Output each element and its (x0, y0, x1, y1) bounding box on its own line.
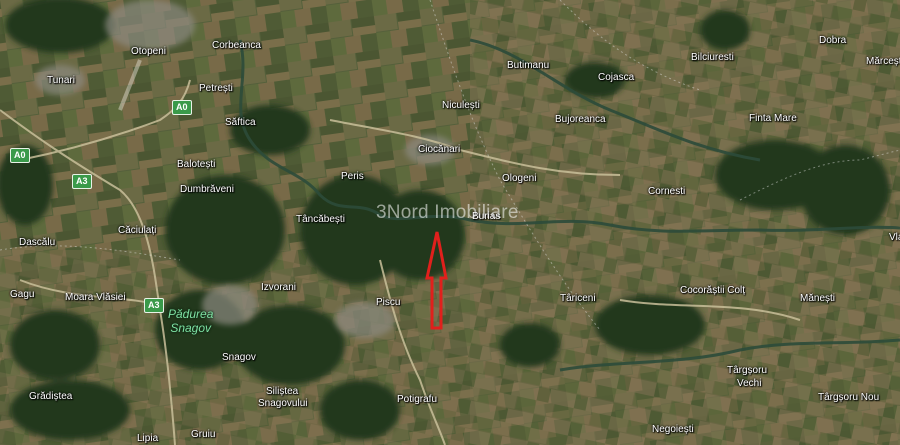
forest-label-line1: Pădurea (168, 307, 214, 321)
place-label-izvorani[interactable]: Izvorani (261, 282, 296, 294)
highway-shield-a0-left: A0 (10, 148, 30, 163)
place-label-tunari[interactable]: Tunari (47, 75, 75, 87)
place-label-ologeni[interactable]: Ologeni (502, 173, 536, 185)
place-label-otopeni[interactable]: Otopeni (131, 46, 166, 58)
place-label-gagu[interactable]: Gagu (10, 289, 34, 301)
place-label-tariceni[interactable]: Târiceni (560, 293, 596, 305)
place-label-marcesti[interactable]: Mărcești (866, 56, 900, 68)
place-label-bilciuresti[interactable]: Bilciuresti (691, 52, 734, 64)
place-label-dobra[interactable]: Dobra (819, 35, 846, 47)
satellite-map[interactable]: A0 A0 A3 A3 Pădurea Snagov Otopeni Corbe… (0, 0, 900, 445)
place-label-ciocanari[interactable]: Ciocănari (418, 144, 460, 156)
watermark: 3Nord Imobiliare (376, 202, 519, 223)
place-label-tancabesti[interactable]: Tâncăbești (296, 214, 345, 226)
place-label-potigrafu[interactable]: Potigrafu (397, 394, 437, 406)
place-label-petresti[interactable]: Petrești (199, 83, 233, 95)
place-label-vla[interactable]: Vla (889, 232, 900, 244)
place-label-moara-vlasiei[interactable]: Moara Vlăsiei (65, 292, 126, 304)
highway-shield-a3-upper: A3 (72, 174, 92, 189)
place-label-dumbraveni[interactable]: Dumbrăveni (180, 184, 234, 196)
place-label-targsoru-nou[interactable]: Târgșoru Nou (818, 392, 879, 404)
place-label-snagov[interactable]: Snagov (222, 352, 256, 364)
highway-shield-a0-top: A0 (172, 100, 192, 115)
place-label-snagovului[interactable]: Snagovului (258, 398, 307, 410)
forest-label-padurea-snagov: Pădurea Snagov (168, 307, 213, 335)
place-label-cocorastii-colt[interactable]: Cocorăștii Colț (680, 285, 745, 297)
place-label-silistea[interactable]: Siliștea (266, 386, 298, 398)
place-label-finta-mare[interactable]: Finta Mare (749, 113, 797, 125)
place-label-caciulati[interactable]: Căciulați (118, 225, 156, 237)
place-label-butimanu[interactable]: Butimanu (507, 60, 549, 72)
place-label-cojasca[interactable]: Cojasca (598, 72, 634, 84)
place-label-corbeanca[interactable]: Corbeanca (212, 40, 261, 52)
place-label-peris[interactable]: Peris (341, 171, 364, 183)
place-label-dascalu[interactable]: Dascălu (19, 237, 55, 249)
place-label-lipia[interactable]: Lipia (137, 433, 158, 445)
place-label-piscu[interactable]: Piscu (376, 297, 400, 309)
place-label-negoiesti[interactable]: Negoiești (652, 424, 694, 436)
place-label-niculesti[interactable]: Niculești (442, 100, 480, 112)
place-label-balotesti[interactable]: Balotești (177, 159, 215, 171)
place-label-gradistea[interactable]: Grădiștea (29, 391, 72, 403)
place-label-saftica[interactable]: Săftica (225, 117, 256, 129)
place-label-cornesti[interactable]: Cornesti (648, 186, 685, 198)
place-label-manesti[interactable]: Mănești (800, 293, 835, 305)
place-label-bujoreanca[interactable]: Bujoreanca (555, 114, 606, 126)
place-label-gruiu[interactable]: Gruiu (191, 429, 215, 441)
place-label-targsoru-vechi[interactable]: Vechi (737, 378, 761, 390)
forest-label-line2: Snagov (170, 321, 212, 335)
highway-shield-a3-lower: A3 (144, 298, 164, 313)
place-label-targsoru[interactable]: Târgșoru (727, 365, 767, 377)
